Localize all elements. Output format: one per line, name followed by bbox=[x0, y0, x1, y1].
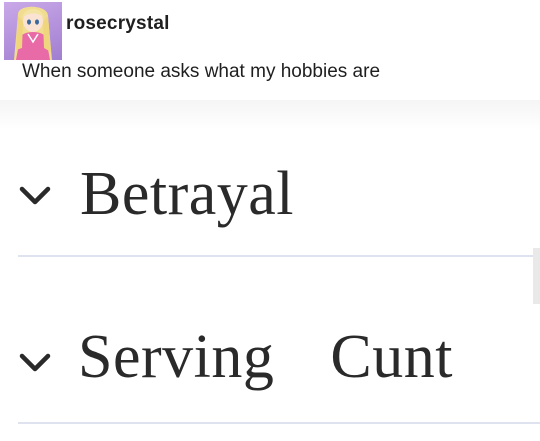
embedded-screenshot: Betrayal Serving Cunt bbox=[0, 100, 540, 441]
hobby-label: Betrayal bbox=[80, 160, 295, 228]
divider bbox=[18, 255, 540, 257]
image-top-shade bbox=[0, 100, 540, 130]
hobby-item: Serving Cunt bbox=[0, 320, 540, 430]
scrollbar-fragment bbox=[533, 248, 540, 304]
hobby-label: Serving Cunt bbox=[78, 323, 453, 391]
username[interactable]: rosecrystal bbox=[66, 13, 170, 35]
chevron-down-icon bbox=[19, 186, 51, 205]
avatar-illustration bbox=[14, 6, 52, 60]
divider bbox=[18, 422, 540, 424]
avatar[interactable] bbox=[4, 2, 62, 60]
post-header: rosecrystal bbox=[0, 0, 540, 62]
hobby-item: Betrayal bbox=[0, 155, 540, 265]
chevron-down-icon bbox=[19, 353, 51, 372]
post-caption: When someone asks what my hobbies are bbox=[22, 61, 381, 82]
